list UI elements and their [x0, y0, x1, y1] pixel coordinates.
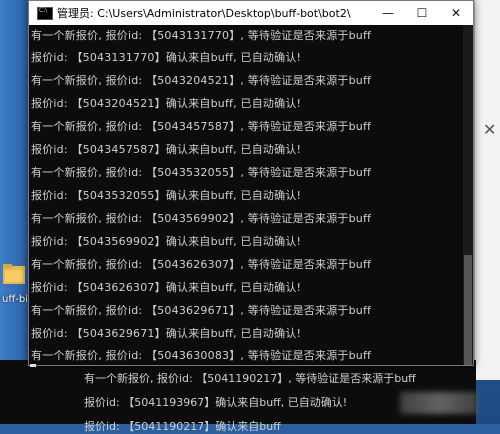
console-output[interactable]: 有一个新报价, 报价id: 【5043131770】, 等待验证是否来源于buf…	[29, 25, 463, 365]
console-line: 有一个新报价, 报价id: 【5043626307】, 等待验证是否来源于buf…	[31, 258, 372, 271]
console-line: 报价id: 【5043457587】确认来自buff, 已自动确认!	[31, 143, 302, 156]
console-line: 有一个新报价, 报价id: 【5043457587】, 等待验证是否来源于buf…	[31, 120, 372, 133]
console-line: 有一个新报价, 报价id: 【5043532055】, 等待验证是否来源于buf…	[31, 166, 372, 179]
scrollbar-thumb[interactable]	[464, 255, 472, 365]
background-window-close-icon[interactable]: ✕	[483, 120, 496, 139]
text-cursor	[30, 364, 36, 367]
background-window[interactable]: ✕	[474, 0, 500, 380]
maximize-button[interactable]: ☐	[405, 1, 439, 25]
background-console-line: 有一个新报价, 报价id: 【5041190217】, 等待验证是否来源于buf…	[84, 372, 416, 385]
console-line: 报价id: 【5043131770】确认来自buff, 已自动确认!	[31, 51, 302, 64]
console-line: 有一个新报价, 报价id: 【5043204521】, 等待验证是否来源于buf…	[31, 74, 372, 87]
console-line: 报价id: 【5043532055】确认来自buff, 已自动确认!	[31, 189, 302, 202]
folder-label[interactable]: uff-bi	[2, 294, 28, 305]
console-line: 有一个新报价, 报价id: 【5043131770】, 等待验证是否来源于buf…	[31, 29, 372, 42]
console-window[interactable]: 管理员: C:\Users\Administrator\Desktop\buff…	[28, 0, 474, 366]
console-scrollbar[interactable]	[463, 25, 473, 365]
terminal-icon	[37, 6, 53, 20]
console-line: 报价id: 【5043629671】确认来自buff, 已自动确认!	[31, 327, 302, 340]
blurred-region	[400, 392, 478, 414]
console-line: 有一个新报价, 报价id: 【5043630083】, 等待验证是否来源于buf…	[31, 349, 372, 362]
background-console-line: 报价id: 【5041193967】确认来自buff, 已自动确认!	[84, 396, 348, 409]
console-titlebar[interactable]: 管理员: C:\Users\Administrator\Desktop\buff…	[29, 1, 473, 25]
console-line: 报价id: 【5043204521】确认来自buff, 已自动确认!	[31, 97, 302, 110]
console-line: 报价id: 【5043569902】确认来自buff, 已自动确认!	[31, 235, 302, 248]
minimize-button[interactable]: —	[371, 1, 405, 25]
desktop-edge	[0, 0, 28, 360]
close-button[interactable]: ✕	[439, 1, 473, 25]
background-console-line: 报价id: 【5041190217】确认来自buff	[84, 420, 281, 433]
window-title: 管理员: C:\Users\Administrator\Desktop\buff…	[57, 7, 351, 20]
window-controls: — ☐ ✕	[371, 1, 473, 25]
folder-icon[interactable]	[3, 262, 25, 286]
console-line: 有一个新报价, 报价id: 【5043629671】, 等待验证是否来源于buf…	[31, 304, 372, 317]
console-line: 有一个新报价, 报价id: 【5043569902】, 等待验证是否来源于buf…	[31, 212, 372, 225]
console-line: 报价id: 【5043626307】确认来自buff, 已自动确认!	[31, 281, 302, 294]
